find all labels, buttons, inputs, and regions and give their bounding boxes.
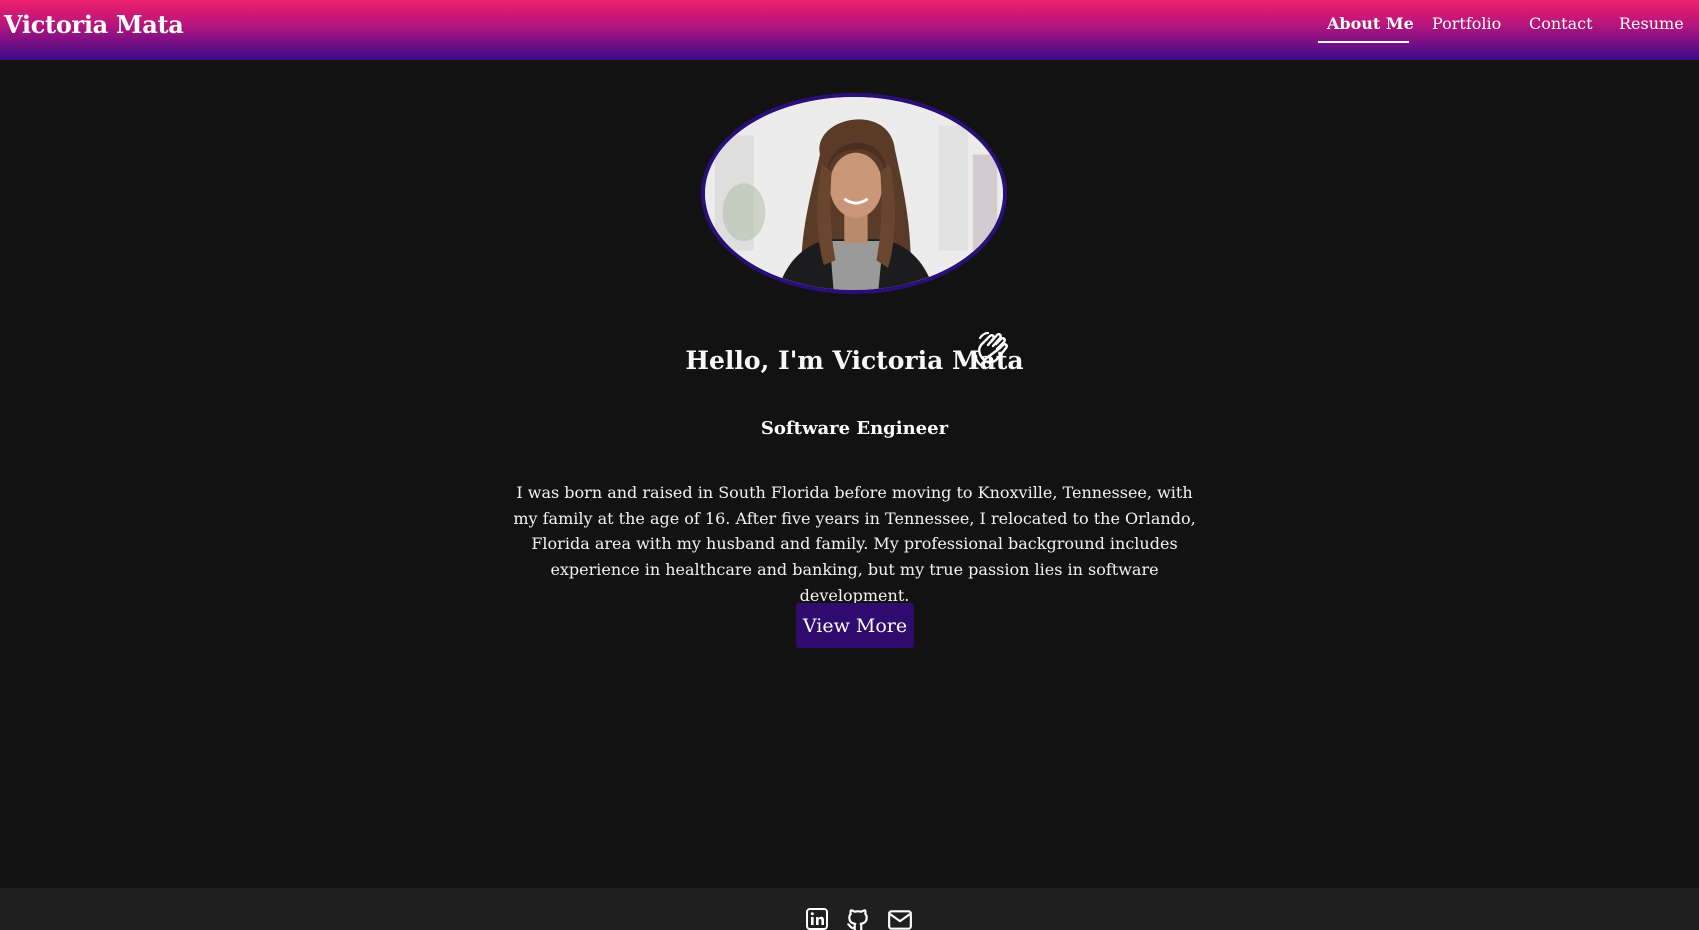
greeting-heading: Hello, I'm Victoria Mata bbox=[685, 346, 1024, 375]
bio-paragraph: I was born and raised in South Florida b… bbox=[513, 483, 1196, 605]
nav-about-me[interactable]: About Me bbox=[1327, 14, 1414, 33]
site-brand[interactable]: Victoria Mata bbox=[4, 10, 184, 39]
nav-contact[interactable]: Contact bbox=[1529, 14, 1593, 33]
site-header: Victoria Mata About Me Portfolio Contact… bbox=[0, 0, 1699, 60]
view-more-button[interactable]: View More bbox=[796, 603, 914, 648]
email-icon[interactable] bbox=[887, 907, 913, 930]
role-title: Software Engineer bbox=[760, 418, 949, 439]
github-icon[interactable] bbox=[845, 907, 871, 930]
profile-photo bbox=[701, 93, 1007, 294]
waving-hand-icon bbox=[974, 331, 1008, 369]
nav-resume[interactable]: Resume bbox=[1619, 14, 1684, 33]
linkedin-icon[interactable] bbox=[805, 907, 829, 930]
nav-portfolio[interactable]: Portfolio bbox=[1432, 14, 1501, 33]
nav-active-indicator bbox=[1318, 41, 1409, 43]
